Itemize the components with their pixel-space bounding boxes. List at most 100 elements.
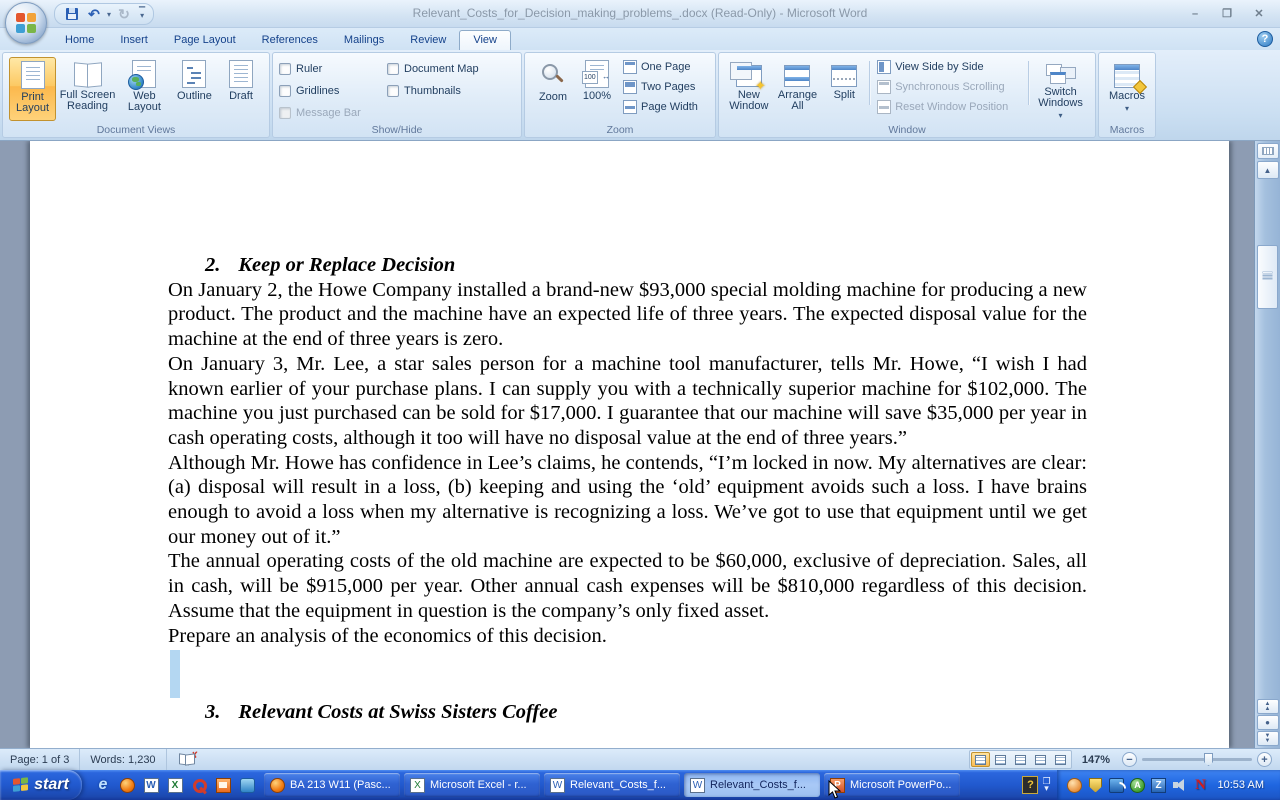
arrange-all-button[interactable]: Arrange All bbox=[773, 57, 823, 121]
taskbar-button-powerpoint[interactable]: P Microsoft PowerPo... bbox=[824, 773, 960, 797]
word-count[interactable]: Words: 1,230 bbox=[80, 749, 166, 770]
scroll-up-button[interactable]: ▲ bbox=[1257, 161, 1279, 179]
language-help-icon[interactable]: ? bbox=[1022, 776, 1038, 794]
checkbox-icon bbox=[387, 85, 399, 97]
view-draft-button[interactable] bbox=[1051, 752, 1070, 767]
tray-antivirus-icon[interactable]: A bbox=[1130, 777, 1146, 793]
internet-explorer-icon[interactable]: e bbox=[94, 776, 112, 794]
tab-mailings[interactable]: Mailings bbox=[331, 31, 397, 50]
print-layout-icon bbox=[975, 755, 986, 765]
outlook-icon[interactable] bbox=[214, 776, 232, 794]
tray-face-icon[interactable] bbox=[1067, 777, 1083, 793]
tab-insert[interactable]: Insert bbox=[107, 31, 161, 50]
one-page-button[interactable]: One Page bbox=[623, 59, 698, 75]
taskbar-button-word-1[interactable]: W Relevant_Costs_f... bbox=[544, 773, 680, 797]
taskbar-button-word-2-active[interactable]: W Relevant_Costs_f... bbox=[684, 773, 820, 797]
word-icon[interactable]: W bbox=[142, 776, 160, 794]
key-icon[interactable] bbox=[190, 776, 208, 794]
start-button[interactable]: start bbox=[0, 770, 82, 800]
tab-page-layout[interactable]: Page Layout bbox=[161, 31, 249, 50]
text-cursor-highlight bbox=[170, 650, 180, 698]
gridlines-checkbox[interactable]: Gridlines bbox=[279, 83, 387, 98]
view-print-layout-button[interactable] bbox=[971, 752, 990, 767]
tray-z-icon[interactable]: Z bbox=[1151, 777, 1167, 793]
document-page[interactable]: 2.Keep or Replace Decision On January 2,… bbox=[30, 141, 1229, 748]
paragraph: Although Mr. Howe has confidence in Lee’… bbox=[168, 451, 1087, 550]
zoom-out-button[interactable]: − bbox=[1122, 752, 1137, 767]
checkbox-icon bbox=[279, 107, 291, 119]
draft-icon bbox=[229, 60, 253, 88]
restore-button[interactable]: ❐ bbox=[1214, 5, 1240, 22]
tray-wireless-icon[interactable] bbox=[1109, 777, 1125, 793]
switch-windows-button[interactable]: Switch Windows ▾ bbox=[1032, 57, 1089, 121]
zoom-slider: − + bbox=[1122, 752, 1272, 767]
view-full-screen-button[interactable] bbox=[991, 752, 1010, 767]
group-document-views: Print Layout Full Screen Reading Web Lay… bbox=[2, 52, 270, 138]
spellcheck-status[interactable]: ✗ bbox=[167, 749, 207, 770]
tab-review[interactable]: Review bbox=[397, 31, 459, 50]
next-page-button[interactable]: ▼▼ bbox=[1257, 731, 1279, 746]
group-label-macros: Macros bbox=[1099, 124, 1155, 136]
tab-home[interactable]: Home bbox=[52, 31, 107, 50]
outline-button[interactable]: Outline bbox=[170, 57, 219, 121]
view-shortcut-buttons bbox=[969, 750, 1072, 769]
window-controls: – ❐ ✕ bbox=[1182, 5, 1272, 22]
office-button[interactable] bbox=[5, 2, 47, 44]
full-screen-reading-button[interactable]: Full Screen Reading bbox=[56, 57, 119, 121]
draft-button[interactable]: Draft bbox=[219, 57, 263, 121]
help-button[interactable]: ? bbox=[1257, 31, 1273, 47]
view-outline-button[interactable] bbox=[1031, 752, 1050, 767]
firefox-icon[interactable] bbox=[118, 776, 136, 794]
messenger-icon[interactable] bbox=[238, 776, 256, 794]
page-indicator[interactable]: Page: 1 of 3 bbox=[0, 749, 80, 770]
new-window-button[interactable]: ✦ New Window bbox=[725, 57, 773, 121]
view-ruler-toggle-button[interactable] bbox=[1257, 143, 1279, 159]
zoom-level[interactable]: 147% bbox=[1082, 754, 1110, 766]
tray-collapse-button[interactable]: ❐▾ bbox=[1042, 778, 1050, 792]
tray-shield-icon[interactable] bbox=[1088, 777, 1104, 793]
volume-icon[interactable] bbox=[1172, 777, 1188, 793]
page-width-button[interactable]: Page Width bbox=[623, 99, 698, 115]
tray-novell-icon[interactable]: N bbox=[1193, 777, 1209, 793]
view-web-layout-button[interactable] bbox=[1011, 752, 1030, 767]
draft-icon bbox=[1055, 755, 1066, 765]
heading-keep-or-replace: 2.Keep or Replace Decision bbox=[205, 253, 1087, 278]
title-bar: ↶ ▾ ↻ ▔▾ Relevant_Costs_for_Decision_mak… bbox=[0, 0, 1280, 28]
outline-icon bbox=[1035, 755, 1046, 765]
zoom-100-button[interactable]: 100 ↔ 100% bbox=[575, 57, 619, 121]
full-screen-reading-icon bbox=[74, 63, 102, 87]
macros-button[interactable]: Macros ▾ bbox=[1105, 57, 1149, 121]
desktop: ↶ ▾ ↻ ▔▾ Relevant_Costs_for_Decision_mak… bbox=[0, 0, 1280, 800]
zoom-in-button[interactable]: + bbox=[1257, 752, 1272, 767]
minimize-button[interactable]: – bbox=[1182, 5, 1208, 22]
taskbar-button-firefox[interactable]: BA 213 W11 (Pasc... bbox=[264, 773, 400, 797]
group-show-hide: Ruler Gridlines Message Bar Document Map bbox=[272, 52, 522, 138]
tab-references[interactable]: References bbox=[249, 31, 331, 50]
thumbnails-checkbox[interactable]: Thumbnails bbox=[387, 83, 479, 98]
group-window: ✦ New Window Arrange All Split View Side… bbox=[718, 52, 1096, 138]
two-pages-button[interactable]: Two Pages bbox=[623, 79, 698, 95]
close-button[interactable]: ✕ bbox=[1246, 5, 1272, 22]
zoom-button[interactable]: Zoom bbox=[531, 57, 575, 121]
zoom-slider-thumb[interactable] bbox=[1204, 753, 1213, 766]
split-button[interactable]: Split bbox=[822, 57, 866, 121]
document-map-checkbox[interactable]: Document Map bbox=[387, 61, 479, 76]
spellcheck-icon: ✗ bbox=[179, 754, 195, 765]
side-by-side-icon bbox=[877, 60, 891, 74]
web-layout-button[interactable]: Web Layout bbox=[119, 57, 170, 121]
previous-page-button[interactable]: ▲▲ bbox=[1257, 699, 1279, 714]
ruler-checkbox[interactable]: Ruler bbox=[279, 61, 387, 76]
tab-view[interactable]: View bbox=[459, 30, 511, 50]
zoom-slider-track[interactable] bbox=[1142, 758, 1252, 761]
firefox-icon bbox=[270, 778, 285, 793]
scrollbar-thumb[interactable] bbox=[1257, 245, 1278, 309]
dropdown-caret-icon: ▾ bbox=[1059, 110, 1063, 121]
select-browse-object-button[interactable]: ● bbox=[1257, 715, 1279, 730]
vertical-scrollbar[interactable]: ▲ ▲▲ ● ▼▼ bbox=[1254, 141, 1280, 748]
scrollbar-track[interactable] bbox=[1255, 179, 1280, 698]
excel-icon[interactable]: X bbox=[166, 776, 184, 794]
view-side-by-side-button[interactable]: View Side by Side bbox=[877, 59, 1025, 75]
taskbar-button-excel[interactable]: X Microsoft Excel - r... bbox=[404, 773, 540, 797]
print-layout-button[interactable]: Print Layout bbox=[9, 57, 56, 121]
page-100-icon: 100 ↔ bbox=[585, 60, 609, 88]
